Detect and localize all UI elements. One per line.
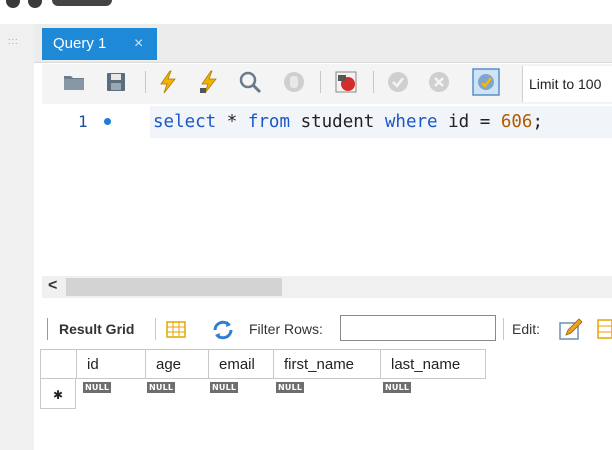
toolbar-separator — [503, 318, 504, 340]
sql-token: * — [226, 112, 238, 132]
sql-terminator: ; — [532, 112, 543, 132]
toolbar-separator — [155, 318, 156, 340]
column-header-first-name[interactable]: first_name — [273, 349, 381, 379]
stop-hand-icon[interactable] — [282, 70, 306, 94]
panel-grip-icon[interactable]: ::: — [8, 36, 19, 46]
toolbar-separator — [47, 318, 48, 340]
edit-pencil-icon[interactable] — [558, 317, 584, 341]
window-chrome-top — [0, 0, 612, 24]
grid-layout-icon[interactable] — [166, 321, 186, 338]
sql-number: 606 — [500, 112, 533, 132]
commit-check-icon[interactable] — [386, 70, 410, 94]
new-row-star-icon: ✱ — [53, 388, 64, 402]
scroll-left-arrow-icon[interactable]: < — [48, 277, 57, 295]
column-header-email[interactable]: email — [208, 349, 274, 379]
window-icon — [6, 0, 20, 8]
window-icon — [28, 0, 42, 8]
explain-magnifier-icon[interactable] — [238, 70, 262, 94]
left-gutter — [0, 24, 34, 450]
sql-keyword: where — [384, 112, 438, 132]
cell-null-email[interactable]: NULL — [210, 382, 239, 393]
line-number: 1 — [78, 112, 88, 131]
add-row-icon[interactable] — [596, 318, 612, 340]
toggle-error-stop-icon[interactable] — [334, 70, 358, 94]
cell-null-first-name[interactable]: NULL — [276, 382, 305, 393]
column-header-age[interactable]: age — [145, 349, 209, 379]
filter-rows-label: Filter Rows: — [249, 321, 323, 337]
column-header-id[interactable]: id — [76, 349, 146, 379]
toolbar-separator — [320, 71, 321, 93]
sql-column: id — [448, 112, 470, 132]
auto-commit-toggle-icon[interactable] — [472, 68, 500, 96]
close-icon[interactable]: × — [134, 28, 143, 60]
sql-statement[interactable]: select * from student where id = 606; — [153, 112, 543, 132]
filter-rows-input[interactable] — [340, 315, 496, 341]
toolbar-separator — [145, 71, 146, 93]
statement-marker-icon — [104, 118, 111, 125]
sql-table-name: student — [300, 112, 375, 132]
tab-label: Query 1 — [53, 35, 107, 52]
edit-label: Edit: — [512, 321, 541, 337]
rollback-x-icon[interactable] — [427, 70, 451, 94]
scrollbar-thumb[interactable] — [66, 278, 282, 296]
save-icon[interactable] — [104, 70, 128, 94]
tab-query-1[interactable]: Query 1 × — [42, 28, 157, 60]
row-header-corner — [40, 349, 77, 379]
sql-keyword: from — [247, 112, 291, 132]
cell-null-id[interactable]: NULL — [83, 382, 112, 393]
sql-operator: = — [479, 112, 491, 132]
window-title-fragment — [52, 0, 112, 6]
result-grid-tab[interactable]: Result Grid — [59, 321, 134, 337]
execute-lightning-icon[interactable] — [156, 70, 180, 94]
limit-rows-select[interactable]: Limit to 100 — [522, 66, 612, 102]
refresh-icon[interactable] — [210, 318, 236, 342]
execute-current-statement-icon[interactable] — [197, 70, 221, 94]
cell-null-age[interactable]: NULL — [147, 382, 176, 393]
sql-keyword: select — [153, 112, 217, 132]
column-header-last-name[interactable]: last_name — [380, 349, 486, 379]
open-folder-icon[interactable] — [62, 70, 86, 94]
cell-null-last-name[interactable]: NULL — [383, 382, 412, 393]
toolbar-separator — [373, 71, 374, 93]
